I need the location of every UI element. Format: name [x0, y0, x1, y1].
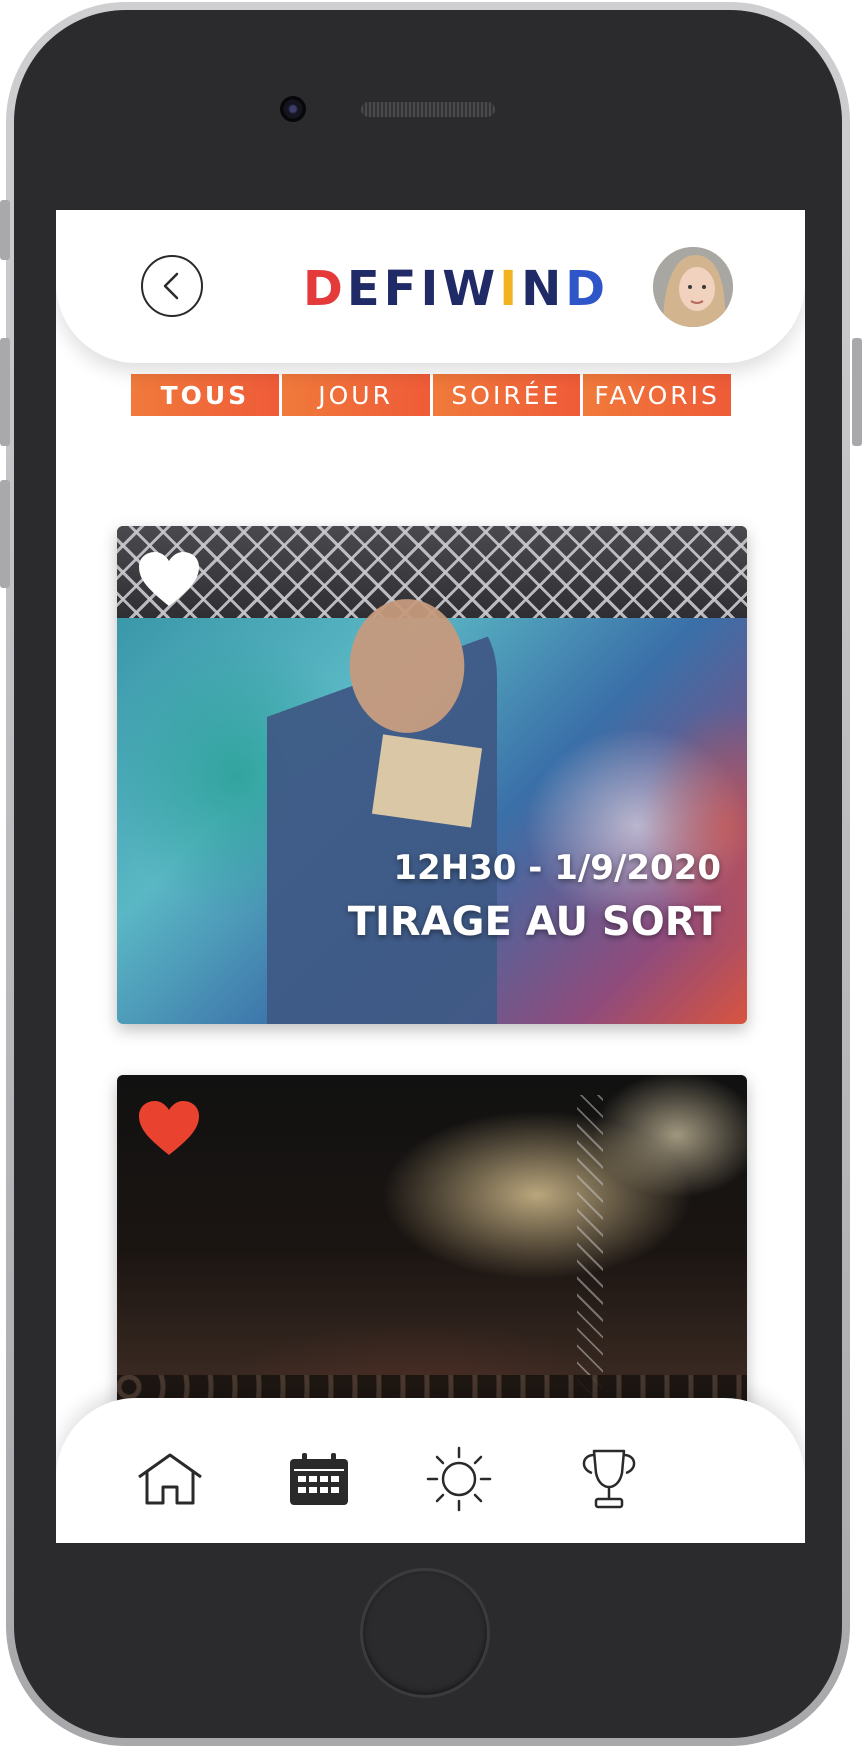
logo-letter: N [521, 261, 566, 317]
logo-letter: W [442, 261, 500, 317]
favorite-heart-icon[interactable] [137, 550, 201, 608]
power-button [852, 338, 862, 446]
logo-letter: E [346, 261, 384, 317]
brand-logo: D E F I W I N D [303, 261, 609, 317]
paper-sheet [371, 734, 483, 828]
tab-tous[interactable]: TOUS [131, 374, 279, 416]
device-frame: D E F I W I N D TOUS JOUR SOIRÉE FAVORIS… [0, 0, 862, 1754]
user-photo [653, 247, 733, 327]
front-camera [280, 96, 306, 122]
earpiece-speaker [361, 102, 495, 117]
avatar[interactable] [653, 247, 733, 327]
app-screen: D E F I W I N D TOUS JOUR SOIRÉE FAVORIS… [56, 210, 805, 1543]
event-title: TIRAGE AU SORT [347, 899, 721, 945]
logo-letter: D [303, 261, 347, 317]
tab-favoris[interactable]: FAVORIS [583, 374, 731, 416]
chevron-left-icon [163, 272, 179, 300]
stage-tower [577, 1095, 603, 1395]
favorite-heart-icon[interactable] [137, 1099, 201, 1157]
bottom-navigation [56, 1398, 805, 1543]
nav-calendar[interactable] [281, 1448, 357, 1510]
volume-down-button [0, 480, 10, 588]
trophy-icon [582, 1449, 636, 1509]
nav-home[interactable] [132, 1448, 208, 1510]
filter-tabs: TOUS JOUR SOIRÉE FAVORIS [131, 374, 731, 416]
home-icon [138, 1453, 202, 1505]
logo-letter: I [420, 261, 443, 317]
nav-sun[interactable] [421, 1446, 497, 1512]
calendar-icon [290, 1453, 348, 1505]
tab-soiree[interactable]: SOIRÉE [432, 374, 581, 416]
tab-jour[interactable]: JOUR [281, 374, 430, 416]
app-header: D E F I W I N D [56, 210, 805, 363]
logo-letter: D [565, 261, 610, 317]
home-button[interactable] [360, 1568, 490, 1698]
nav-trophy[interactable] [571, 1448, 647, 1510]
logo-letter: F [383, 261, 421, 317]
event-time: 12H30 - 1/9/2020 [393, 848, 721, 888]
logo-letter: I [499, 261, 522, 317]
volume-up-button [0, 338, 10, 446]
sun-icon [426, 1446, 492, 1512]
event-card[interactable]: 12H30 - 1/9/2020 TIRAGE AU SORT [117, 526, 747, 1024]
mute-switch [0, 200, 10, 260]
back-button[interactable] [141, 255, 203, 317]
